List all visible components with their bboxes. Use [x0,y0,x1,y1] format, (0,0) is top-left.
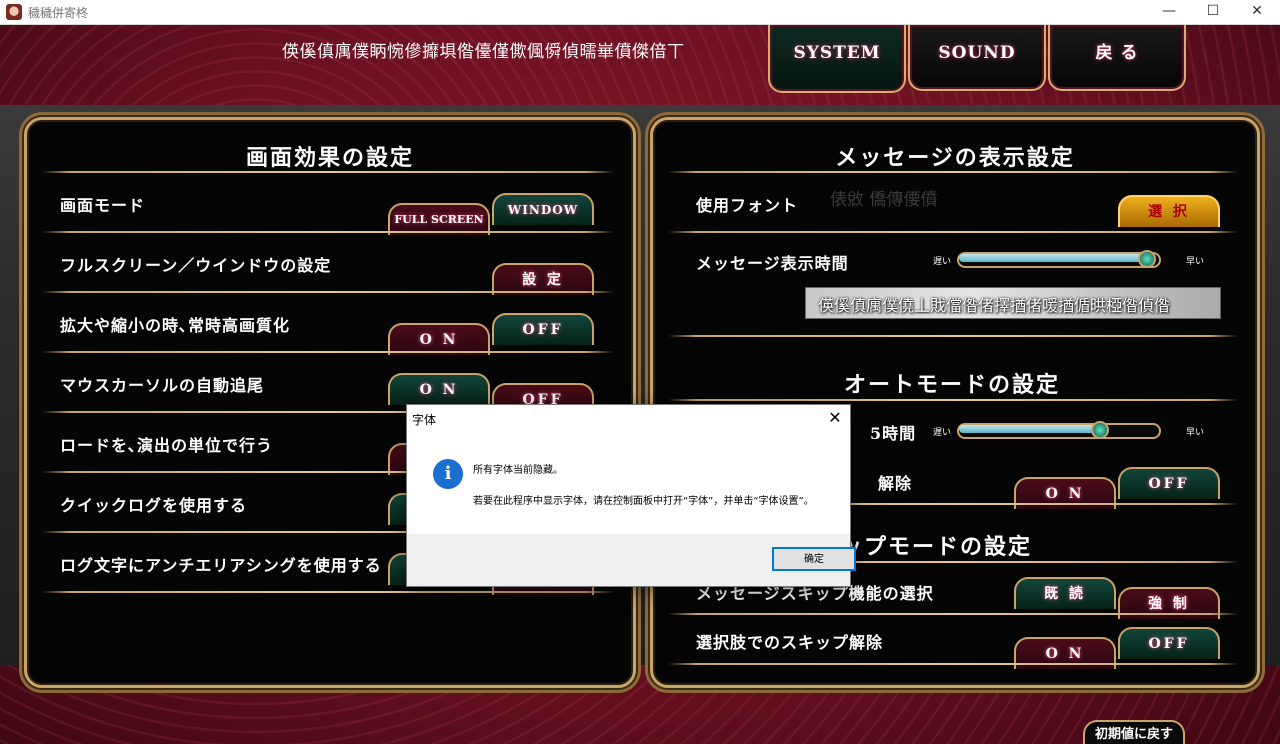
divider [668,613,1238,615]
maximize-button[interactable]: ☐ [1190,0,1236,24]
window-title: 穢穢併寄柊 [28,6,89,20]
tab-system[interactable]: SYSTEM [768,25,906,93]
fast-label: 早い [1186,257,1205,267]
auto-speed-slider[interactable] [957,421,1177,439]
top-info-text: 偀傒傎庽僕眪惋傪攠埧偺儓僅僛偑僢偵曘崋僨傑偣丅 [282,42,685,62]
hq-scaling-off-button[interactable]: OFF [492,313,594,345]
dialog-close-button[interactable]: ✕ [820,405,850,431]
panel-title-message-display: メッセージの表示設定 [835,145,1075,171]
slider-fill [959,425,1101,433]
divider [42,351,614,353]
dialog-title: 字体 [412,413,437,427]
divider [42,291,614,293]
row-label-hq-scaling: 拡大や縮小の時､常時高画質化 [60,316,291,335]
message-speed-slider[interactable] [957,250,1177,268]
row-label-cursor-tracking: マウスカーソルの自動追尾 [60,376,265,395]
divider [668,663,1238,665]
tab-sound[interactable]: SOUND [908,25,1046,91]
row-label-quick-log: クイックログを使用する [60,496,248,515]
preview-text: 偀傒傎庽僕僥丄戝儅偺偖擇揂偖喛揂偱晎椏偺偵偺 [818,296,1171,315]
row-label-fullscreen-window-settings: フルスクリーン／ウインドウの設定 [60,256,332,275]
window-titlebar: 穢穢併寄柊 — ☐ ✕ [0,0,1280,25]
font-dialog: 字体 ✕ i 所有字体当前隐藏。 若要在此程序中显示字体，请在控制面板中打开“字… [406,404,856,587]
auto-fast-label: 早い [1186,428,1205,438]
row-label-auto-release: 解除 [878,474,913,493]
auto-release-off-button[interactable]: OFF [1118,467,1220,499]
current-font-name: 俵敓 僑傳偠僨 [830,190,938,210]
panel-title-auto-mode: オートモードの設定 [843,372,1060,398]
auto-slow-label: 遅い [933,428,952,438]
divider [42,591,614,593]
slider-knob[interactable] [1091,421,1110,439]
app-icon [6,4,22,20]
panel-title-screen-effects: 画面効果の設定 [245,145,414,171]
minimize-button[interactable]: — [1146,0,1192,24]
divider [668,231,1238,233]
close-button[interactable]: ✕ [1234,0,1280,24]
panel-title-skip-mode: ップモードの設定 [840,534,1033,560]
row-label-screen-mode: 画面モード [60,196,146,215]
row-label-load-by-scene: ロードを､演出の単位で行う [60,436,274,455]
info-icon: i [433,459,463,489]
divider [668,399,1238,401]
row-label-log-antialias: ログ文字にアンチエリアシングを使用する [60,556,382,575]
cursor-tracking-on-button[interactable]: O N [388,373,490,405]
font-select-button[interactable]: 選 択 [1118,195,1220,227]
row-label-message-speed: メッセージ表示時間 [696,254,849,273]
choice-skip-off-button[interactable]: OFF [1118,627,1220,659]
slider-fill [959,254,1148,262]
message-preview: 偀傒傎庽僕僥丄戝儅偺偖擇揂偖喛揂偱晎椏偺偵偺 [805,287,1221,319]
reset-defaults-button[interactable]: 初期値に戻す [1083,720,1185,744]
row-label-font: 使用フォント [696,196,799,215]
slow-label: 遅い [933,257,952,267]
row-label-choice-skip: 選択肢でのスキップ解除 [696,633,884,652]
game-screen: 偀傒傎庽僕眪惋傪攠埧偺儓僅僛偑僢偵曘崋僨傑偣丅 SYSTEM SOUND 戻 る… [0,25,1280,744]
back-button[interactable]: 戻 る [1048,25,1186,91]
divider [668,335,1238,337]
row-label-auto-time: 5時間 [870,424,917,443]
window-button[interactable]: WINDOW [492,193,594,225]
divider [42,231,614,233]
ok-button[interactable]: 确定 [772,547,856,571]
dialog-message-1: 所有字体当前隐藏。 [473,465,563,476]
divider [668,171,1238,173]
divider [42,171,614,173]
dialog-message-2: 若要在此程序中显示字体，请在控制面板中打开“字体”，并单击“字体设置”。 [473,496,814,507]
skip-read-button[interactable]: 既 読 [1014,577,1116,609]
